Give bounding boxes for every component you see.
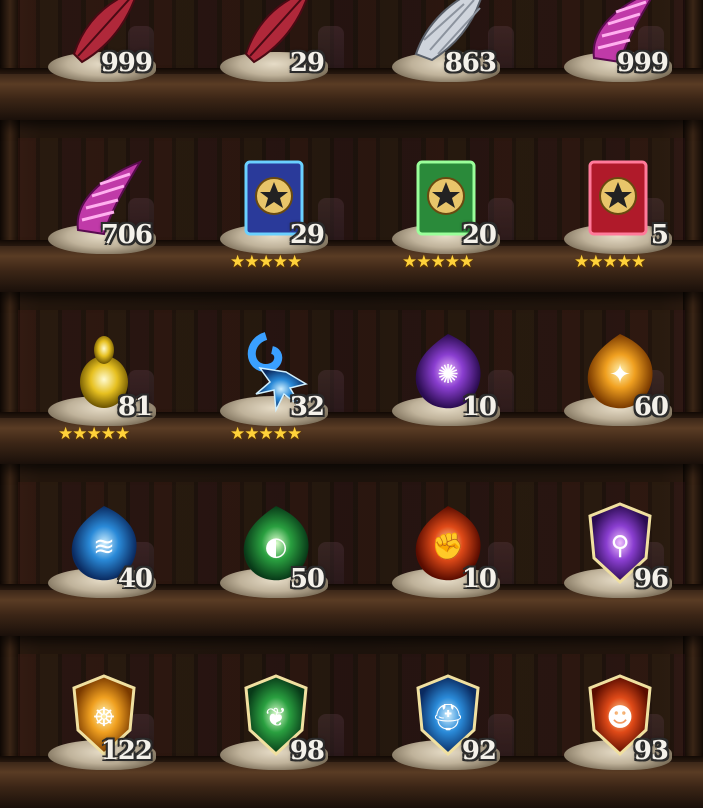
inventory-slot-blue-flame-orb[interactable]: ≋ 40 <box>40 474 160 624</box>
inventory-slot-silver-wing[interactable]: 863 <box>384 0 504 108</box>
shelf-post-right <box>683 0 703 800</box>
inventory-slot-red-star-tome[interactable]: 5 ★★★★★ <box>556 130 676 280</box>
red-star-tome-icon <box>580 156 660 242</box>
star-rating: ★★★★★ <box>402 252 474 272</box>
inventory-slot-golden-idol[interactable]: 81 ★★★★★ <box>40 302 160 452</box>
svg-text:❦: ❦ <box>265 703 287 733</box>
item-count: 96 <box>633 564 669 594</box>
item-count: 98 <box>289 736 325 766</box>
inventory-slot-red-flame-orb[interactable]: ✊ 10 <box>384 474 504 624</box>
svg-text:≋: ≋ <box>93 532 115 562</box>
item-count: 32 <box>289 392 325 422</box>
shelf-row: ≋ 40 ◐ 50 ✊ 10 ⚲ 96 <box>0 464 703 636</box>
item-count: 93 <box>633 736 669 766</box>
svg-text:✺: ✺ <box>437 360 459 390</box>
item-count: 29 <box>289 48 325 78</box>
item-count: 122 <box>100 736 153 766</box>
item-count: 999 <box>616 48 669 78</box>
svg-text:☸: ☸ <box>92 703 115 733</box>
item-count: 5 <box>650 220 669 250</box>
item-count: 81 <box>117 392 153 422</box>
inventory-slot-red-feather[interactable]: 29 <box>212 0 332 108</box>
item-count: 40 <box>117 564 153 594</box>
shelf-row: 999 29 863 999 <box>0 0 703 120</box>
inventory-slot-red-crest-shield[interactable]: ☻ 93 <box>556 646 676 796</box>
svg-text:✦: ✦ <box>609 360 631 390</box>
svg-text:⛑: ⛑ <box>431 703 464 733</box>
svg-text:⚲: ⚲ <box>610 531 629 561</box>
inventory-slot-orange-flame-orb[interactable]: ✦ 60 <box>556 302 676 452</box>
star-rating: ★★★★★ <box>58 424 130 444</box>
inventory-slot-green-flame-orb[interactable]: ◐ 50 <box>212 474 332 624</box>
item-count: 20 <box>461 220 497 250</box>
inventory-slot-blue-crest-shield[interactable]: ⛑ 92 <box>384 646 504 796</box>
inventory-slot-ice-crystal-staff[interactable]: 32 ★★★★★ <box>212 302 332 452</box>
item-count: 999 <box>100 48 153 78</box>
item-count: 10 <box>461 564 497 594</box>
inventory-slot-purple-crest-shield[interactable]: ⚲ 96 <box>556 474 676 624</box>
svg-text:✊: ✊ <box>432 532 464 562</box>
star-rating: ★★★★★ <box>230 252 302 272</box>
inventory-slot-purple-horn[interactable]: 706 <box>40 130 160 280</box>
item-count: 706 <box>100 220 153 250</box>
inventory-slot-green-star-tome[interactable]: 20 ★★★★★ <box>384 130 504 280</box>
inventory-slot-purple-flame-orb[interactable]: ✺ 10 <box>384 302 504 452</box>
star-rating: ★★★★★ <box>574 252 646 272</box>
item-count: 60 <box>633 392 669 422</box>
item-count: 92 <box>461 736 497 766</box>
item-count: 10 <box>461 392 497 422</box>
star-rating: ★★★★★ <box>230 424 302 444</box>
item-count: 29 <box>289 220 325 250</box>
svg-text:☻: ☻ <box>606 703 633 733</box>
inventory-slot-orange-crest-shield[interactable]: ☸ 122 <box>40 646 160 796</box>
shelf-row: 81 ★★★★★ 32 ★★★★★ ✺ 10 ✦ 60 <box>0 292 703 464</box>
item-count: 863 <box>444 48 497 78</box>
inventory-slot-blue-star-tome[interactable]: 29 ★★★★★ <box>212 130 332 280</box>
inventory-slot-red-feather[interactable]: 999 <box>40 0 160 108</box>
svg-text:◐: ◐ <box>265 532 288 562</box>
shelf-row: 706 29 ★★★★★ 20 ★★★★★ 5 ★★★★★ <box>0 120 703 292</box>
inventory-slot-purple-horn[interactable]: 999 <box>556 0 676 108</box>
inventory-slot-green-crest-shield[interactable]: ❦ 98 <box>212 646 332 796</box>
shelf-post-left <box>0 0 20 800</box>
item-count: 50 <box>289 564 325 594</box>
shelf-row: ☸ 122 ❦ 98 ⛑ 92 ☻ 93 <box>0 636 703 808</box>
